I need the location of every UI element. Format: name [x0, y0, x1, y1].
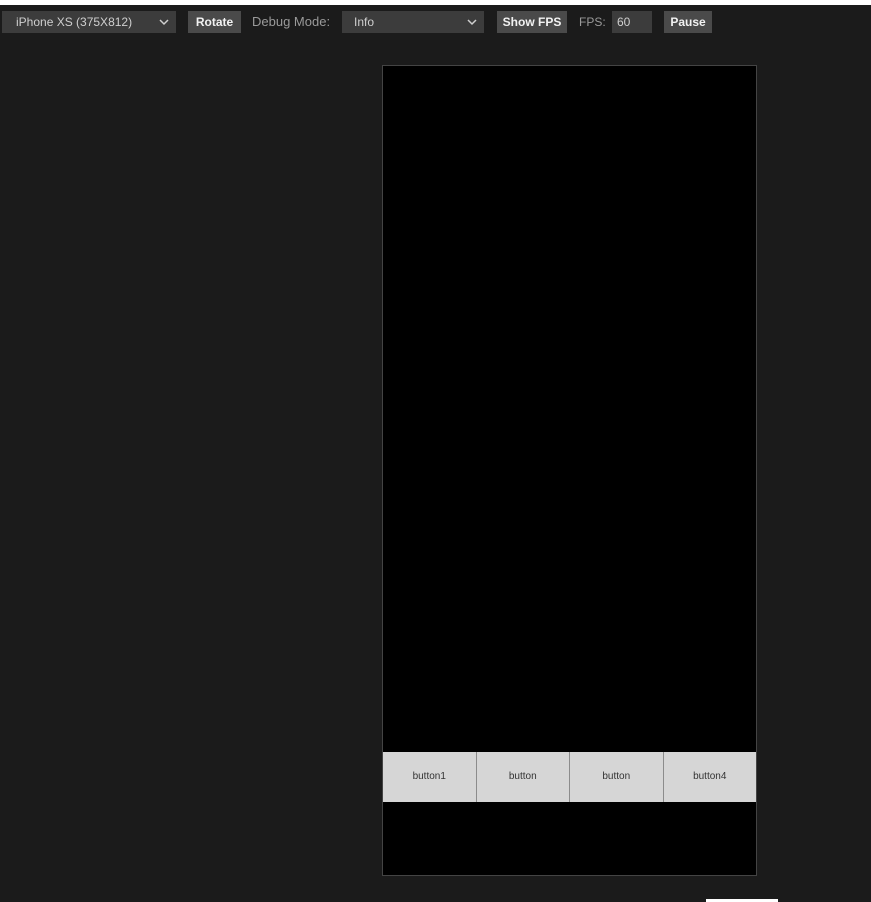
debug-mode-select[interactable]: Info	[342, 11, 484, 33]
preview-button-row: button1 button button button4	[383, 752, 756, 802]
pause-button[interactable]: Pause	[664, 11, 712, 33]
simulator-toolbar: iPhone XS (375X812) Rotate Debug Mode: I…	[0, 5, 871, 41]
device-select-value: iPhone XS (375X812)	[16, 15, 133, 29]
preview-button-3[interactable]: button	[570, 752, 664, 802]
show-fps-button[interactable]: Show FPS	[497, 11, 567, 33]
rotate-button[interactable]: Rotate	[188, 11, 241, 33]
preview-button-4[interactable]: button4	[663, 752, 756, 802]
debug-mode-value: Info	[354, 15, 375, 29]
chevron-down-icon	[159, 11, 169, 33]
debug-mode-label: Debug Mode:	[252, 14, 331, 29]
preview-button-2[interactable]: button	[476, 752, 570, 802]
chevron-down-icon	[467, 11, 477, 33]
fps-input[interactable]: 60	[612, 11, 652, 33]
preview-button-1[interactable]: button1	[383, 752, 477, 802]
device-select[interactable]: iPhone XS (375X812)	[2, 11, 176, 33]
fps-label: FPS:	[579, 15, 606, 29]
game-canvas[interactable]: button1 button button button4	[382, 65, 757, 876]
